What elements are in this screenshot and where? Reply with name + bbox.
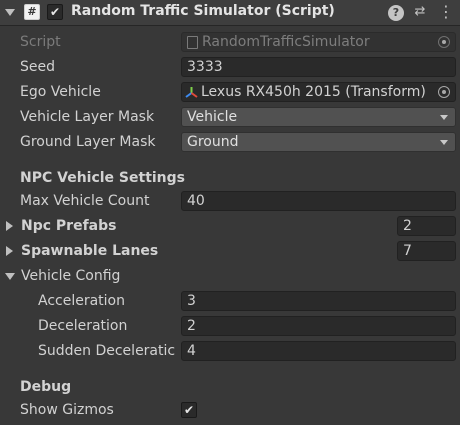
- deceleration-input[interactable]: 2: [181, 316, 456, 336]
- seed-input[interactable]: 3333: [181, 57, 456, 77]
- ego-vehicle-value: Lexus RX450h 2015 (Transform): [201, 84, 426, 100]
- vehicle-layer-mask-value: Vehicle: [187, 109, 238, 125]
- help-icon[interactable]: ?: [388, 5, 404, 21]
- component-foldout-icon[interactable]: [5, 9, 15, 16]
- presets-icon[interactable]: ⇄: [412, 5, 428, 19]
- sudden-deceleration-label: Sudden Deceleratic: [38, 343, 176, 359]
- vehicle-layer-mask-label: Vehicle Layer Mask: [20, 109, 155, 125]
- sudden-deceleration-input[interactable]: 4: [181, 341, 456, 361]
- vehicle-layer-mask-dropdown[interactable]: Vehicle: [181, 107, 456, 127]
- context-menu-icon[interactable]: ⋮: [438, 4, 454, 20]
- seed-label: Seed: [20, 59, 55, 75]
- script-icon: #: [24, 4, 40, 20]
- ground-layer-mask-value: Ground: [187, 134, 239, 150]
- acceleration-label: Acceleration: [38, 293, 125, 309]
- component-title: Random Traffic Simulator (Script): [71, 3, 335, 19]
- ego-vehicle-field[interactable]: Lexus RX450h 2015 (Transform): [181, 82, 456, 102]
- debug-header: Debug: [20, 379, 72, 395]
- component-enabled-checkbox[interactable]: ✔: [47, 4, 63, 20]
- vehicle-config-foldout-icon[interactable]: [5, 273, 15, 280]
- npc-prefabs-size-input[interactable]: 2: [397, 216, 456, 236]
- spawnable-lanes-foldout-icon[interactable]: [6, 246, 13, 256]
- vehicle-config-label[interactable]: Vehicle Config: [21, 267, 120, 285]
- ground-layer-mask-label: Ground Layer Mask: [20, 134, 156, 150]
- script-label: Script: [20, 34, 61, 50]
- deceleration-label: Deceleration: [38, 318, 128, 334]
- script-field: RandomTrafficSimulator: [181, 32, 456, 52]
- ground-layer-mask-dropdown[interactable]: Ground: [181, 132, 456, 152]
- spawnable-lanes-label[interactable]: Spawnable Lanes: [21, 242, 158, 260]
- spawnable-lanes-size-input[interactable]: 7: [397, 241, 456, 261]
- max-vehicle-count-input[interactable]: 40: [181, 191, 456, 211]
- script-field-value: RandomTrafficSimulator: [202, 34, 370, 50]
- acceleration-input[interactable]: 3: [181, 291, 456, 311]
- npc-prefabs-label[interactable]: Npc Prefabs: [21, 217, 116, 235]
- ego-vehicle-label: Ego Vehicle: [20, 84, 101, 100]
- object-picker-icon: [438, 36, 450, 48]
- show-gizmos-checkbox[interactable]: ✔: [181, 402, 197, 418]
- transform-icon: [185, 87, 198, 98]
- npc-prefabs-foldout-icon[interactable]: [6, 221, 13, 231]
- npc-vehicle-settings-header: NPC Vehicle Settings: [20, 170, 186, 186]
- max-vehicle-count-label: Max Vehicle Count: [20, 193, 150, 209]
- chevron-down-icon: [440, 140, 448, 145]
- object-picker-icon[interactable]: [438, 86, 450, 98]
- show-gizmos-label: Show Gizmos: [20, 402, 114, 418]
- chevron-down-icon: [440, 115, 448, 120]
- script-file-icon: [187, 36, 198, 49]
